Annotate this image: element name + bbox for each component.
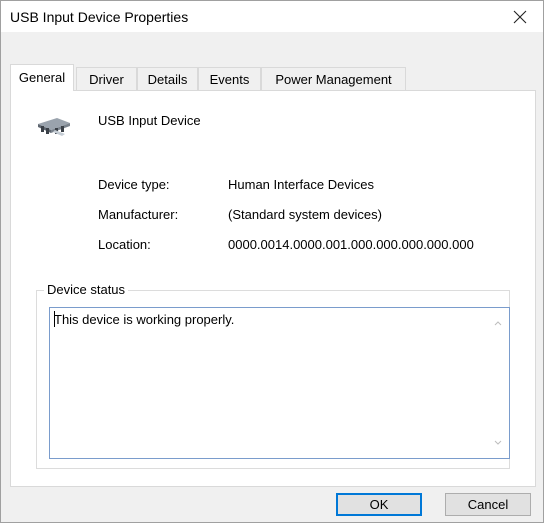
scroll-down-icon[interactable] [493,438,503,448]
scroll-up-icon[interactable] [493,318,503,328]
ok-button[interactable]: OK [336,493,422,516]
cancel-button[interactable]: Cancel [445,493,531,516]
device-type-label: Device type: [98,177,170,192]
device-status-text: This device is working properly. [54,312,235,327]
tab-details[interactable]: Details [137,67,198,90]
general-tab-panel: USB Input Device Device type: Human Inte… [10,90,536,487]
manufacturer-label: Manufacturer: [98,207,179,222]
tab-power-management[interactable]: Power Management [261,67,406,90]
location-value: 0000.0014.0000.001.000.000.000.000.000 [228,237,474,252]
device-name: USB Input Device [98,113,201,128]
title-bar[interactable]: USB Input Device Properties [1,1,543,32]
device-status-textbox[interactable]: This device is working properly. [49,307,510,459]
properties-dialog: USB Input Device Properties General Driv… [0,0,544,523]
window-title: USB Input Device Properties [10,9,189,25]
device-status-label: Device status [44,282,129,297]
usb-device-icon [38,118,70,136]
close-icon [513,10,527,23]
tab-driver[interactable]: Driver [76,67,137,90]
device-type-value: Human Interface Devices [228,177,374,192]
tab-general[interactable]: General [10,64,74,91]
close-button[interactable] [497,1,543,32]
manufacturer-value: (Standard system devices) [228,207,382,222]
location-label: Location: [98,237,151,252]
tab-events[interactable]: Events [198,67,261,90]
